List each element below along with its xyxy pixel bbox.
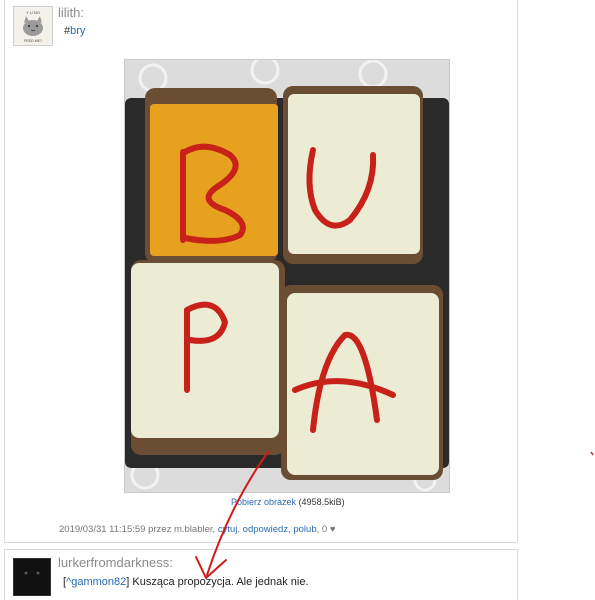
reply-avatar[interactable] <box>13 558 51 596</box>
post-timestamp: 2019/03/31 11:15:59 <box>59 524 146 535</box>
reply-mention-link[interactable]: ^gammon82 <box>66 576 126 588</box>
post-meta: 2019/03/31 11:15:59 przez m.blabler, cyt… <box>59 524 336 535</box>
download-image-link[interactable]: Pobierz obrazek <box>231 497 296 507</box>
like-count: 0 <box>321 524 328 535</box>
reply-body: [^gammon82] Kusząca propozycja. Ale jedn… <box>63 576 309 588</box>
download-line: Pobierz obrazek (4958.5kiB) <box>231 497 345 507</box>
post-tag: #bry <box>64 25 85 37</box>
download-size: (4958.5kiB) <box>298 497 345 507</box>
tag-link[interactable]: bry <box>70 25 85 37</box>
post-image[interactable] <box>124 59 450 493</box>
reply-link[interactable]: odpowiedz <box>243 524 288 535</box>
quote-link[interactable]: cytuj <box>218 524 238 535</box>
avatar-caption-bottom: FEED ME? <box>24 39 42 43</box>
reply-card: lurkerfromdarkness: [^gammon82] Kusząca … <box>4 549 518 600</box>
user-avatar[interactable]: Y U NO FEED ME? <box>13 6 53 46</box>
post-card: Y U NO FEED ME? lilith: #bry Pobierz obr… <box>4 0 518 543</box>
avatar-caption-top: Y U NO <box>26 10 40 15</box>
post-username[interactable]: lilith: <box>58 5 84 20</box>
by-label: przez <box>148 524 172 535</box>
post-author[interactable]: m.blabler <box>174 524 213 535</box>
sandwiches-photo <box>125 60 449 492</box>
reply-message: Kusząca propozycja. Ale jednak nie. <box>132 576 309 588</box>
reply-username[interactable]: lurkerfromdarkness: <box>58 555 173 570</box>
heart-icon: ♥ <box>329 524 336 535</box>
like-link[interactable]: polub <box>293 524 316 535</box>
pusheen-cat-icon: Y U NO FEED ME? <box>14 7 52 45</box>
dark-face-icon <box>14 559 50 595</box>
